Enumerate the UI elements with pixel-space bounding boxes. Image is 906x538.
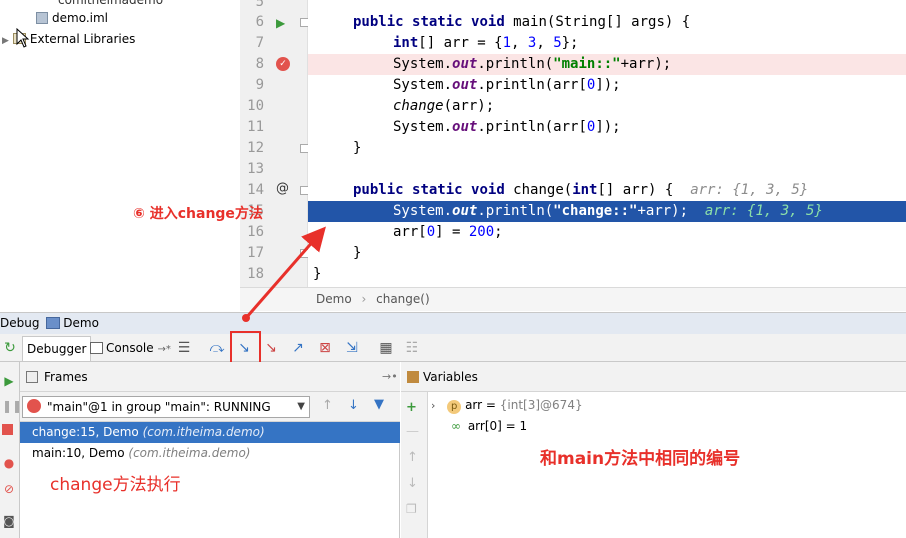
annotation-arrow <box>242 226 326 322</box>
